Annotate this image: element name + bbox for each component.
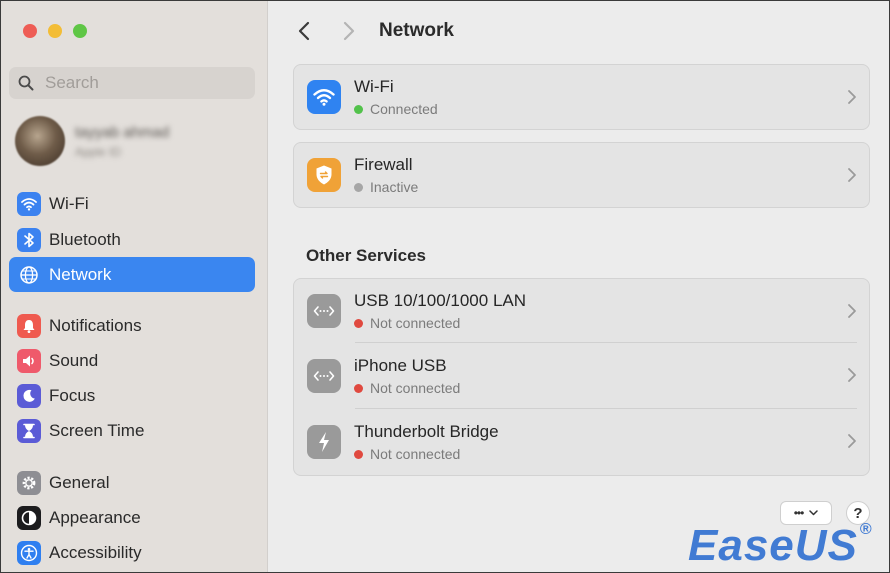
service-status: Not connected (370, 315, 461, 331)
accessibility-icon (17, 540, 41, 565)
apple-id-profile[interactable]: tayyab ahmad Apple ID (15, 116, 169, 166)
status-dot (354, 182, 363, 192)
zoom-button[interactable] (73, 24, 87, 38)
chevron-down-icon (809, 510, 819, 516)
sidebar-item-notifications[interactable]: Notifications (9, 308, 255, 343)
search-field[interactable]: Search (9, 67, 255, 99)
status-dot (354, 104, 363, 114)
service-row-thunderbolt[interactable]: Thunderbolt Bridge Not connected (294, 409, 869, 475)
firewall-icon (307, 158, 341, 192)
firewall-status: Inactive (370, 179, 419, 195)
sidebar-item-label: Accessibility (49, 542, 142, 562)
service-status: Not connected (370, 446, 461, 462)
search-icon (17, 74, 35, 92)
easeus-watermark: EaseUS ® (688, 521, 873, 570)
window-controls (23, 24, 87, 38)
sidebar: Search tayyab ahmad Apple ID Wi-Fi Bluet… (1, 1, 268, 572)
wifi-icon (17, 191, 41, 216)
other-services-card: USB 10/100/1000 LAN Not connected iPhone… (293, 278, 870, 476)
ethernet-icon (307, 294, 341, 328)
sidebar-item-label: Screen Time (49, 420, 145, 440)
minimize-button[interactable] (48, 24, 62, 38)
wifi-title: Wi-Fi (354, 77, 394, 96)
sidebar-item-screen-time[interactable]: Screen Time (9, 413, 255, 448)
service-row-usb-lan[interactable]: USB 10/100/1000 LAN Not connected (294, 279, 869, 343)
wifi-status: Connected (370, 101, 438, 117)
service-row-iphone-usb[interactable]: iPhone USB Not connected (294, 343, 869, 409)
sidebar-item-label: Focus (49, 385, 96, 405)
sidebar-item-accessibility[interactable]: Accessibility (9, 535, 255, 570)
sidebar-item-label: General (49, 472, 110, 492)
gear-icon (17, 470, 41, 495)
close-button[interactable] (23, 24, 37, 38)
hourglass-icon (17, 418, 41, 443)
firewall-card[interactable]: Firewall Inactive (293, 142, 870, 208)
sidebar-item-appearance[interactable]: Appearance (9, 500, 255, 535)
ethernet-icon (307, 359, 341, 393)
avatar (15, 116, 65, 166)
status-dot (354, 383, 363, 393)
back-button[interactable] (294, 18, 314, 44)
chevron-left-icon (298, 21, 310, 41)
sidebar-item-wifi[interactable]: Wi-Fi (9, 186, 255, 221)
profile-name: tayyab ahmad (75, 123, 170, 141)
wifi-icon (307, 80, 341, 114)
firewall-title: Firewall (354, 155, 413, 174)
search-placeholder: Search (45, 73, 99, 92)
bluetooth-icon (17, 227, 41, 252)
sidebar-item-label: Wi-Fi (49, 193, 89, 213)
service-title: USB 10/100/1000 LAN (354, 291, 527, 310)
appearance-icon (17, 505, 41, 530)
main-pane: Network Wi-Fi Connected Firewall Inactiv… (268, 1, 889, 572)
sidebar-item-bluetooth[interactable]: Bluetooth (9, 222, 255, 257)
speaker-icon (17, 348, 41, 373)
other-services-heading: Other Services (306, 246, 427, 265)
forward-button[interactable] (339, 18, 359, 44)
profile-sub: Apple ID (75, 144, 122, 159)
sidebar-item-focus[interactable]: Focus (9, 378, 255, 413)
chevron-right-icon (848, 168, 856, 182)
chevron-right-icon (848, 368, 856, 382)
settings-window: Search tayyab ahmad Apple ID Wi-Fi Bluet… (0, 0, 890, 573)
sidebar-item-label: Appearance (49, 507, 141, 527)
sidebar-item-sound[interactable]: Sound (9, 343, 255, 378)
sidebar-item-label: Notifications (49, 315, 142, 335)
status-dot (354, 318, 363, 328)
chevron-right-icon (343, 21, 355, 41)
wifi-card[interactable]: Wi-Fi Connected (293, 64, 870, 130)
status-dot (354, 449, 363, 459)
bell-icon (17, 313, 41, 338)
service-title: iPhone USB (354, 356, 447, 375)
service-status: Not connected (370, 380, 461, 396)
chevron-right-icon (848, 304, 856, 318)
chevron-right-icon (848, 434, 856, 448)
moon-icon (17, 383, 41, 408)
service-title: Thunderbolt Bridge (354, 422, 499, 441)
globe-icon (17, 263, 41, 287)
more-label: ••• (793, 506, 805, 520)
chevron-right-icon (848, 90, 856, 104)
sidebar-item-label: Bluetooth (49, 229, 121, 249)
sidebar-item-label: Network (49, 264, 112, 284)
page-title: Network (379, 20, 454, 41)
sidebar-item-label: Sound (49, 350, 99, 370)
thunderbolt-icon (307, 425, 341, 459)
sidebar-item-network[interactable]: Network (9, 257, 255, 292)
sidebar-item-general[interactable]: General (9, 465, 255, 500)
